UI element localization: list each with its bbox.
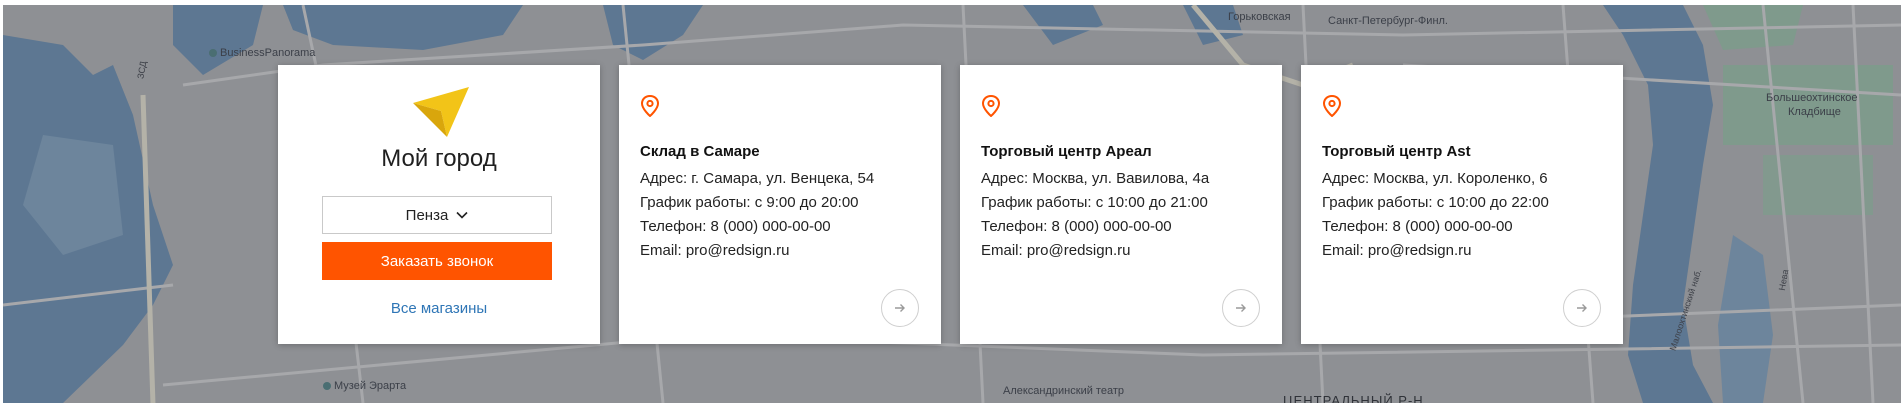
arrow-right-icon bbox=[895, 304, 905, 312]
map-label-museum-erarta: Музей Эрарта bbox=[323, 380, 406, 392]
store-hours: График работы: с 10:00 до 22:00 bbox=[1322, 194, 1549, 211]
order-call-button[interactable]: Заказать звонок bbox=[322, 242, 552, 280]
store-name: Торговый центр Ареал bbox=[981, 143, 1152, 160]
store-hours: График работы: с 9:00 до 20:00 bbox=[640, 194, 859, 211]
store-card-3: Торговый центр Ast Адрес: Москва, ул. Ко… bbox=[1301, 65, 1623, 344]
store-address: Адрес: г. Самара, ул. Венцека, 54 bbox=[640, 170, 875, 187]
store-card-2: Торговый центр Ареал Адрес: Москва, ул. … bbox=[960, 65, 1282, 344]
store-details-button[interactable] bbox=[1563, 289, 1601, 327]
store-phone: Телефон: 8 (000) 000-00-00 bbox=[640, 218, 831, 235]
map-marker-icon bbox=[209, 49, 217, 58]
city-select-dropdown[interactable]: Пенза bbox=[322, 196, 552, 234]
store-details-button[interactable] bbox=[1222, 289, 1260, 327]
map-label-business-panorama: BusinessPanorama bbox=[209, 47, 315, 59]
location-pin-icon bbox=[1322, 95, 1342, 117]
arrow-right-icon bbox=[1236, 304, 1246, 312]
store-phone: Телефон: 8 (000) 000-00-00 bbox=[1322, 218, 1513, 235]
city-select-value: Пенза bbox=[405, 206, 449, 224]
store-email: Email: pro@redsign.ru bbox=[1322, 242, 1472, 259]
store-name: Склад в Самаре bbox=[640, 143, 760, 160]
all-stores-link[interactable]: Все магазины bbox=[278, 300, 600, 317]
map-label-spb-finl: Санкт-Петербург-Финл. bbox=[1328, 15, 1448, 27]
store-name: Торговый центр Ast bbox=[1322, 143, 1471, 160]
map-marker-icon bbox=[323, 382, 331, 391]
map-label-kladbishche: Кладбище bbox=[1788, 106, 1841, 118]
store-hours: График работы: с 10:00 до 21:00 bbox=[981, 194, 1208, 211]
location-pin-icon bbox=[640, 95, 660, 117]
store-email: Email: pro@redsign.ru bbox=[981, 242, 1131, 259]
store-email: Email: pro@redsign.ru bbox=[640, 242, 790, 259]
map-label-gorkovskaya: Горьковская bbox=[1228, 11, 1291, 23]
chevron-down-icon bbox=[456, 211, 468, 219]
store-details: Адрес: г. Самара, ул. Венцека, 54 График… bbox=[640, 167, 874, 263]
store-details: Адрес: Москва, ул. Короленко, 6 График р… bbox=[1322, 167, 1549, 263]
arrow-right-icon bbox=[1577, 304, 1587, 312]
map-label-central-district: ЦЕНТРАЛЬНЫЙ Р-Н bbox=[1283, 393, 1424, 403]
map-label-aleksandrinsky: Александринский театр bbox=[1003, 385, 1124, 397]
city-title: Мой город bbox=[381, 145, 497, 172]
yellow-arrow-logo-icon bbox=[413, 87, 469, 137]
store-phone: Телефон: 8 (000) 000-00-00 bbox=[981, 218, 1172, 235]
store-card-1: Склад в Самаре Адрес: г. Самара, ул. Вен… bbox=[619, 65, 941, 344]
store-details: Адрес: Москва, ул. Вавилова, 4а График р… bbox=[981, 167, 1209, 263]
city-card: Мой город Пенза Заказать звонок Все мага… bbox=[278, 65, 600, 344]
store-details-button[interactable] bbox=[881, 289, 919, 327]
store-address: Адрес: Москва, ул. Вавилова, 4а bbox=[981, 170, 1210, 187]
store-address: Адрес: Москва, ул. Короленко, 6 bbox=[1322, 170, 1548, 187]
location-pin-icon bbox=[981, 95, 1001, 117]
map-label-bolsheokhtinskoe: Большеохтинское bbox=[1766, 92, 1858, 104]
